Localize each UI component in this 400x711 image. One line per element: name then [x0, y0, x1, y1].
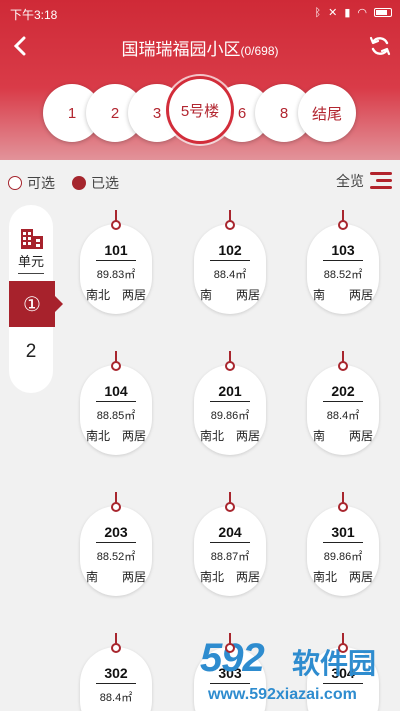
room-tag[interactable]: 203 88.52㎡ 南 两居	[80, 482, 152, 596]
room-area: 89.86㎡	[210, 410, 250, 422]
wifi-icon: ◠	[357, 7, 367, 19]
room-layout: 两居	[348, 429, 373, 443]
building-end[interactable]: 结尾	[298, 84, 356, 142]
room-layout: 两居	[235, 570, 260, 584]
legend-selected: 已选	[72, 173, 119, 193]
room-number: 103	[331, 242, 355, 258]
room-tag[interactable]: 302 88.4㎡ 南 两居	[80, 623, 152, 711]
room-number: 201	[218, 383, 242, 399]
mute-icon: ✕	[328, 7, 338, 19]
room-area: 88.4㎡	[99, 692, 133, 704]
room-number: 203	[104, 524, 128, 540]
room-orientation: 南北	[86, 429, 111, 443]
watermark-url: www.592xiazai.com	[208, 686, 357, 703]
menu-icon	[370, 172, 392, 190]
navbar: 国瑞瑞福园小区(0/698)	[0, 28, 400, 64]
room-area: 89.86㎡	[323, 551, 363, 563]
room-layout: 两居	[348, 570, 373, 584]
building-5-active[interactable]: 5号楼	[169, 79, 231, 141]
available-dot-icon	[8, 176, 22, 190]
room-tag[interactable]: 201 89.86㎡ 南北 两居	[194, 341, 266, 455]
room-number: 104	[104, 383, 128, 399]
battery-icon	[374, 8, 392, 17]
room-number: 101	[104, 242, 128, 258]
room-area: 88.52㎡	[96, 551, 136, 563]
room-area: 88.87㎡	[210, 551, 250, 563]
signal-icon: ▮	[344, 7, 351, 19]
room-area: 88.85㎡	[96, 410, 136, 422]
room-tag[interactable]: 204 88.87㎡ 南北 两居	[194, 482, 266, 596]
room-orientation: 南北	[313, 570, 338, 584]
room-orientation: 南北	[86, 288, 111, 302]
room-tag[interactable]: 101 89.83㎡ 南北 两居	[80, 200, 152, 314]
room-number: 302	[104, 665, 128, 681]
room-number: 202	[331, 383, 355, 399]
room-tag[interactable]: 103 88.52㎡ 南 两居	[307, 200, 379, 314]
room-layout: 两居	[121, 288, 146, 302]
room-layout: 两居	[235, 288, 260, 302]
room-orientation: 南	[313, 429, 326, 443]
room-layout: 两居	[348, 288, 373, 302]
room-area: 88.4㎡	[213, 269, 247, 281]
header: 下午3:18 ᛒ ✕ ▮ ◠ 国瑞瑞福园小区(0/698) 1 2 3 5号楼 …	[0, 0, 400, 160]
room-layout: 两居	[121, 570, 146, 584]
refresh-icon	[369, 36, 391, 56]
room-number: 102	[218, 242, 242, 258]
room-tag[interactable]: 202 88.4㎡ 南 两居	[307, 341, 379, 455]
status-icons: ᛒ ✕ ▮ ◠	[314, 6, 392, 19]
legend-available: 可选	[8, 173, 55, 193]
legend-bar: 可选 已选 全览	[0, 165, 400, 199]
watermark-text: 软件园	[292, 648, 377, 679]
room-orientation: 南北	[200, 570, 225, 584]
page-title: 国瑞瑞福园小区(0/698)	[121, 40, 279, 59]
status-time: 下午3:18	[10, 8, 58, 22]
room-tag[interactable]: 301 89.86㎡ 南北 两居	[307, 482, 379, 596]
room-layout: 两居	[121, 429, 146, 443]
room-layout: 两居	[235, 429, 260, 443]
room-number: 301	[331, 524, 355, 540]
room-orientation: 南北	[200, 429, 225, 443]
room-number: 204	[218, 524, 242, 540]
selection-count: (0/698)	[240, 44, 279, 58]
room-area: 89.83㎡	[96, 269, 136, 281]
room-orientation: 南	[313, 288, 326, 302]
bluetooth-icon: ᛒ	[314, 6, 322, 19]
status-bar: 下午3:18 ᛒ ✕ ▮ ◠	[0, 0, 400, 28]
room-orientation: 南	[86, 570, 99, 584]
building-selector: 1 2 3 5号楼 6 8 结尾	[0, 72, 400, 152]
refresh-button[interactable]	[364, 30, 396, 62]
room-grid: 101 89.83㎡ 南北 两居 102 88.4㎡ 南 两居 103 88.5…	[0, 200, 400, 711]
overview-button[interactable]: 全览	[336, 171, 392, 191]
room-area: 88.52㎡	[323, 269, 363, 281]
selected-dot-icon	[72, 176, 86, 190]
room-tag[interactable]: 104 88.85㎡ 南北 两居	[80, 341, 152, 455]
room-orientation: 南	[200, 288, 213, 302]
room-area: 88.4㎡	[326, 410, 360, 422]
room-tag[interactable]: 102 88.4㎡ 南 两居	[194, 200, 266, 314]
